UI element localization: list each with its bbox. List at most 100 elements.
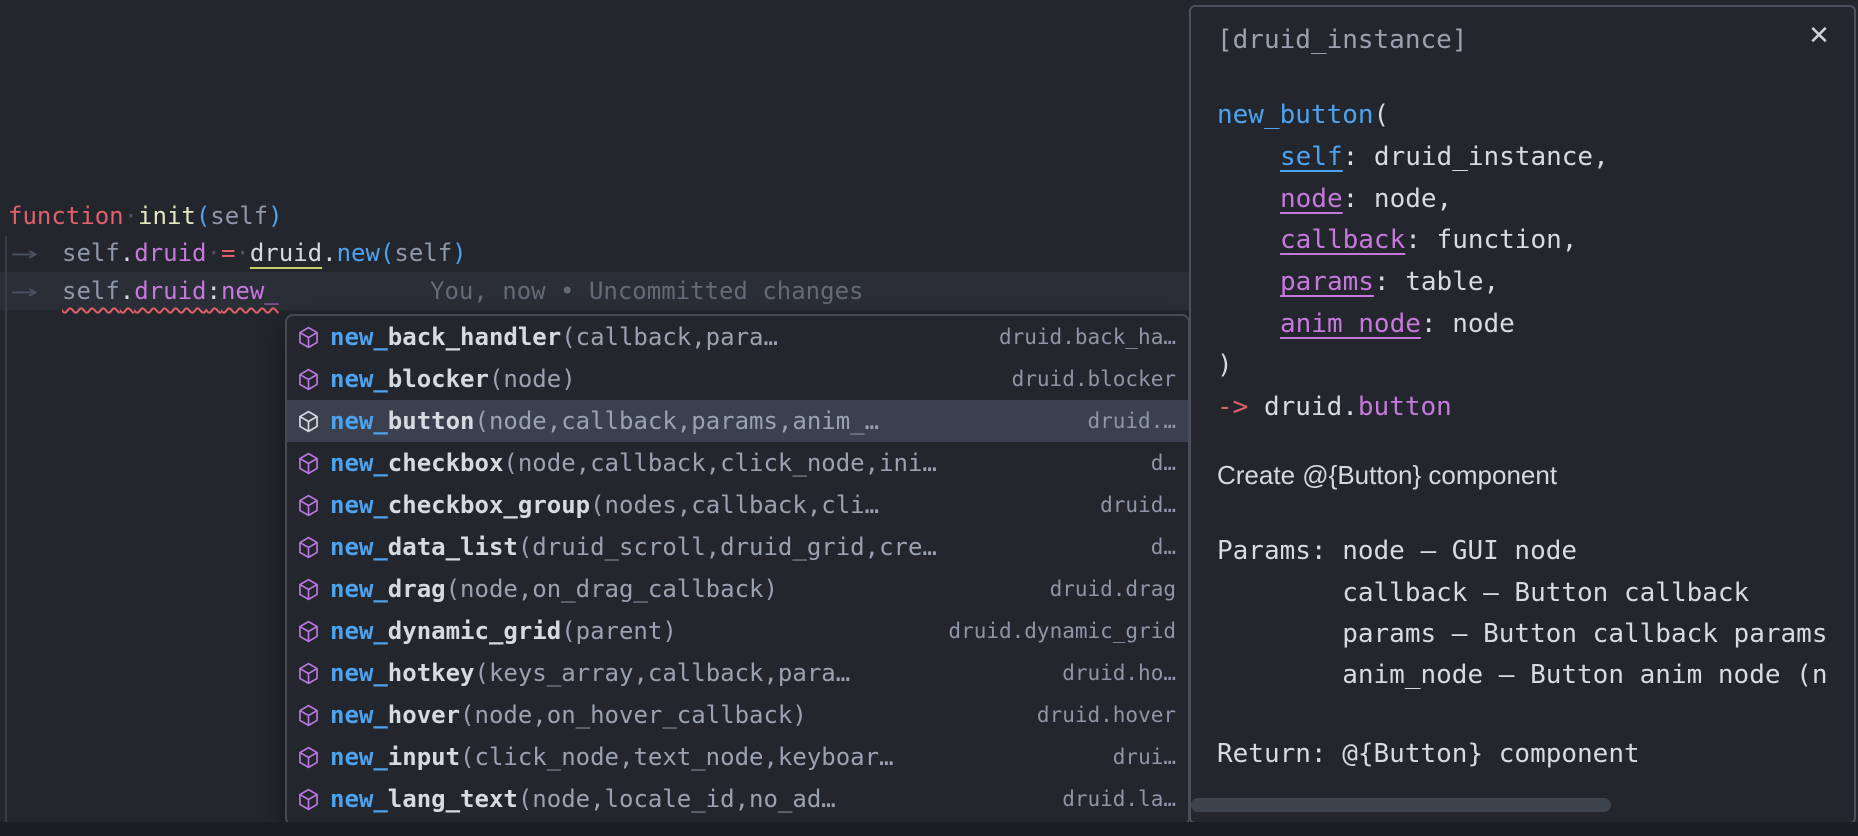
signature-return-line: -> druid.button: [1217, 386, 1452, 428]
return-type: button: [1358, 392, 1452, 422]
param-type: : table,: [1374, 267, 1499, 297]
item-module: d…: [1137, 535, 1176, 559]
code-line-1: function·init(self): [8, 198, 283, 235]
param-link-callback[interactable]: callback: [1280, 225, 1405, 255]
return-module: druid.: [1248, 392, 1358, 422]
item-name: drag: [388, 575, 446, 603]
suggest-item-new_blocker[interactable]: new_blocker(node) druid.blocker: [287, 358, 1188, 400]
cube-icon: [296, 577, 321, 602]
operator-assign: =: [221, 239, 235, 267]
item-signature: (node,on_drag_callback): [446, 575, 778, 603]
signature-param-node: node: node,: [1280, 178, 1452, 220]
param-type: : function,: [1405, 225, 1577, 255]
match-prefix: new_: [330, 449, 388, 477]
cube-icon: [296, 325, 321, 350]
cube-icon: [296, 661, 321, 686]
suggest-item-new_checkbox_group[interactable]: new_checkbox_group(nodes,callback,cli…dr…: [287, 484, 1188, 526]
item-signature: (node): [489, 365, 576, 393]
docs-param-anim_node: anim_node — Button anim node (n: [1217, 655, 1827, 696]
item-module: druid.blocker: [998, 367, 1176, 391]
param-type: : node: [1421, 309, 1515, 339]
item-module: d…: [1137, 451, 1176, 475]
item-name: data_list: [388, 533, 518, 561]
arg-self: self: [210, 202, 268, 230]
paren-open: (: [380, 239, 394, 267]
item-signature: (nodes,callback,cli…: [590, 491, 879, 519]
item-name: checkbox_group: [388, 491, 590, 519]
item-name: hover: [388, 701, 460, 729]
member-druid: druid: [134, 239, 206, 267]
match-prefix: new_: [330, 785, 388, 813]
suggest-item-new_lang_text[interactable]: new_lang_text(node,locale_id,no_ad…druid…: [287, 778, 1188, 820]
suggest-item-new_checkbox[interactable]: new_checkbox(node,callback,click_node,in…: [287, 442, 1188, 484]
item-module: druid.hover: [1023, 703, 1176, 727]
cube-icon: [296, 703, 321, 728]
item-signature: (node,locale_id,no_ad…: [518, 785, 836, 813]
match-prefix: new_: [330, 407, 388, 435]
cube-icon: [296, 619, 321, 644]
docs-param-params: params — Button callback params: [1217, 614, 1827, 655]
suggest-item-new_drag[interactable]: new_drag(node,on_drag_callback) druid.dra…: [287, 568, 1188, 610]
cube-icon: [296, 367, 321, 392]
autocomplete-popup: new_back_handler(callback,para…druid.bac…: [285, 314, 1190, 826]
item-module: druid.…: [1073, 409, 1176, 433]
item-module: druid.drag: [1036, 577, 1176, 601]
match-prefix: new_: [330, 323, 388, 351]
whitespace-dot: ·: [235, 239, 249, 267]
param-link-node[interactable]: node: [1280, 184, 1343, 214]
cube-icon: [296, 535, 321, 560]
match-prefix: new_: [330, 617, 388, 645]
item-signature: (callback,para…: [561, 323, 778, 351]
dot: .: [322, 239, 336, 267]
module-link-druid[interactable]: druid: [250, 239, 322, 267]
docs-description: Create @{Button} component: [1217, 454, 1557, 496]
item-signature: (click_node,text_node,keyboar…: [460, 743, 893, 771]
item-module: druid.back_ha…: [985, 325, 1176, 349]
signature-close-paren: ): [1217, 344, 1233, 386]
param-link-self[interactable]: self: [1280, 142, 1343, 172]
match-prefix: new_: [330, 365, 388, 393]
item-signature: (druid_scroll,druid_grid,cre…: [518, 533, 937, 561]
suggest-item-new_hover[interactable]: new_hover(node,on_hover_callback) druid.h…: [287, 694, 1188, 736]
docs-return-line: Return: @{Button} component: [1217, 733, 1640, 775]
close-icon[interactable]: ✕: [1802, 19, 1836, 53]
match-prefix: new_: [330, 701, 388, 729]
var-self: self: [62, 239, 120, 267]
signature-param-anim_node: anim_node: node: [1280, 303, 1515, 345]
param-link-anim_node[interactable]: anim_node: [1280, 309, 1421, 339]
paren-close: ): [268, 202, 282, 230]
item-name: blocker: [388, 365, 489, 393]
suggest-item-new_input[interactable]: new_input(click_node,text_node,keyboar…d…: [287, 736, 1188, 778]
paren-open: (: [196, 202, 210, 230]
suggest-item-new_data_list[interactable]: new_data_list(druid_scroll,druid_grid,cr…: [287, 526, 1188, 568]
dot: .: [120, 277, 134, 305]
item-signature: (node,callback,click_node,ini…: [503, 449, 936, 477]
item-name: input: [388, 743, 460, 771]
match-prefix: new_: [330, 491, 388, 519]
editor-window: function·init(self) → self.druid·=·druid…: [0, 0, 1858, 836]
param-link-params[interactable]: params: [1280, 267, 1374, 297]
whitespace-dot: ·: [207, 239, 221, 267]
suggest-item-new_hotkey[interactable]: new_hotkey(keys_array,callback,para…drui…: [287, 652, 1188, 694]
return-arrow: ->: [1217, 392, 1248, 422]
code-line-3: self.druid:new_: [62, 273, 279, 310]
param-type: : druid_instance,: [1343, 142, 1609, 172]
method-new: new: [337, 239, 380, 267]
match-prefix: new_: [330, 743, 388, 771]
git-blame-annotation: You, now • Uncommitted changes: [430, 272, 863, 310]
item-name: checkbox: [388, 449, 504, 477]
horizontal-scrollbar-thumb[interactable]: [1191, 798, 1611, 812]
typed-text-cursor: new_: [221, 277, 279, 305]
item-module: druid.ho…: [1048, 661, 1176, 685]
signature-param-params: params: table,: [1280, 261, 1499, 303]
suggest-item-new_dynamic_grid[interactable]: new_dynamic_grid(parent)druid.dynamic_gr…: [287, 610, 1188, 652]
suggest-item-new_back_handler[interactable]: new_back_handler(callback,para… druid.bac…: [287, 316, 1188, 358]
match-prefix: new_: [330, 659, 388, 687]
match-prefix: new_: [330, 575, 388, 603]
function-name: init: [138, 202, 196, 230]
item-signature: (node,on_hover_callback): [460, 701, 807, 729]
item-name: back_handler: [388, 323, 561, 351]
suggest-item-new_button-selected[interactable]: new_button(node,callback,params,anim_…dr…: [287, 400, 1188, 442]
match-prefix: new_: [330, 533, 388, 561]
keyword-function: function: [8, 202, 124, 230]
